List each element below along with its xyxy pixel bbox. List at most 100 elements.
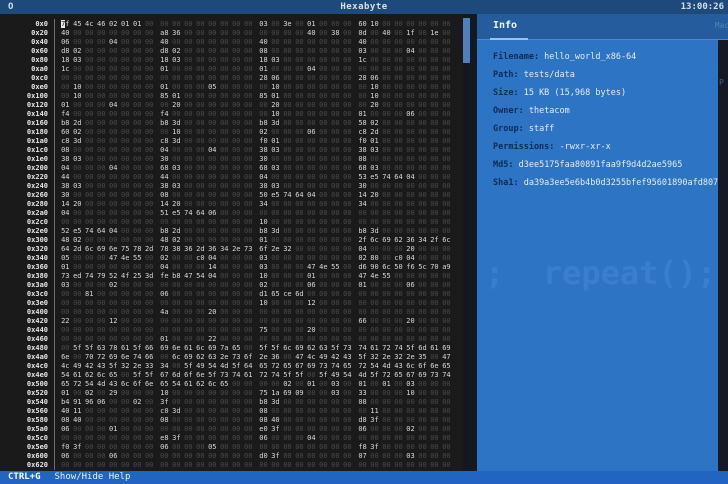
hex-byte[interactable]: 00 (73, 29, 82, 37)
hex-byte[interactable]: 00 (370, 182, 379, 190)
hex-byte[interactable]: 00 (109, 191, 118, 199)
hex-byte[interactable]: d6 (358, 263, 367, 271)
hex-byte[interactable]: 00 (109, 299, 118, 307)
hex-byte[interactable]: 00 (283, 398, 292, 406)
hex-byte[interactable]: 00 (196, 74, 205, 82)
hex-byte[interactable]: 00 (418, 299, 427, 307)
hex-byte[interactable]: 08 (160, 416, 169, 424)
hex-byte[interactable]: 00 (97, 326, 106, 334)
hex-byte[interactable]: 00 (244, 146, 253, 154)
hex-byte[interactable]: 62 (394, 236, 403, 244)
hex-byte[interactable]: 2d (73, 245, 82, 253)
hex-byte[interactable]: 12 (109, 317, 118, 325)
hex-byte[interactable]: 00 (442, 83, 451, 91)
hex-byte[interactable]: 10 (370, 20, 379, 28)
hex-byte[interactable]: 00 (319, 236, 328, 244)
hex-byte[interactable]: 06 (208, 209, 217, 217)
hex-byte[interactable]: 00 (394, 245, 403, 253)
hex-byte[interactable]: 00 (382, 227, 391, 235)
hex-byte[interactable]: 00 (331, 137, 340, 145)
hex-byte[interactable]: 00 (319, 191, 328, 199)
hex-byte[interactable]: 00 (121, 173, 130, 181)
hex-byte[interactable]: 3d (271, 119, 280, 127)
hex-byte[interactable]: 00 (442, 200, 451, 208)
hex-byte[interactable]: 00 (430, 281, 439, 289)
hex-byte[interactable]: 00 (295, 155, 304, 163)
hex-byte[interactable]: 00 (196, 227, 205, 235)
hex-byte[interactable]: 00 (73, 263, 82, 271)
hex-byte[interactable]: 00 (220, 200, 229, 208)
hex-row[interactable]: 0x58008400000000000000800000000000000084… (0, 416, 463, 425)
hex-row[interactable]: 0x36001000000000000000400000014000000030… (0, 262, 463, 271)
hex-byte[interactable]: 00 (97, 254, 106, 262)
hex-byte[interactable]: 30 (259, 155, 268, 163)
hex-row[interactable]: 0x24038030000000000003803000000000000380… (0, 181, 463, 190)
hex-byte[interactable]: 00 (271, 155, 280, 163)
hex-byte[interactable]: 5f (331, 344, 340, 352)
hex-byte[interactable]: 3f (73, 443, 82, 451)
hex-byte[interactable]: 00 (283, 83, 292, 91)
hex-byte[interactable]: 00 (184, 47, 193, 55)
hex-byte[interactable]: 10 (259, 218, 268, 226)
hex-byte[interactable]: 00 (394, 38, 403, 46)
hex-byte[interactable]: 00 (343, 164, 352, 172)
hex-byte[interactable]: 00 (394, 416, 403, 424)
hex-byte[interactable]: 00 (442, 443, 451, 451)
hex-byte[interactable]: 73 (220, 371, 229, 379)
hex-byte[interactable]: 00 (145, 218, 154, 226)
hex-byte[interactable]: 03 (172, 182, 181, 190)
hex-byte[interactable]: 6c (196, 344, 205, 352)
hex-byte[interactable]: 00 (430, 353, 439, 361)
hex-byte[interactable]: 73 (61, 272, 70, 280)
hex-byte[interactable]: 06 (370, 74, 379, 82)
hex-byte[interactable]: 6c (442, 236, 451, 244)
hex-byte[interactable]: 6c (382, 263, 391, 271)
hex-byte[interactable]: 00 (283, 182, 292, 190)
hex-byte[interactable]: 69 (442, 344, 451, 352)
hex-byte[interactable]: 00 (382, 335, 391, 343)
hex-byte[interactable]: 00 (184, 299, 193, 307)
hex-byte[interactable]: 00 (85, 299, 94, 307)
hex-byte[interactable]: 00 (295, 308, 304, 316)
hex-byte[interactable]: 00 (232, 227, 241, 235)
hex-byte[interactable]: 74 (283, 191, 292, 199)
hex-byte[interactable]: 00 (283, 452, 292, 460)
hex-byte[interactable]: 00 (97, 182, 106, 190)
hex-byte[interactable]: 00 (442, 101, 451, 109)
hex-byte[interactable]: 00 (133, 164, 142, 172)
hex-byte[interactable]: 00 (442, 245, 451, 253)
hex-byte[interactable]: 01 (61, 389, 70, 397)
hex-byte[interactable]: 00 (319, 407, 328, 415)
hex-byte[interactable]: 6c (370, 236, 379, 244)
hex-byte[interactable]: 00 (418, 407, 427, 415)
hex-byte[interactable]: 00 (406, 200, 415, 208)
hex-byte[interactable]: 00 (331, 227, 340, 235)
hex-byte[interactable]: 04 (208, 146, 217, 154)
hex-byte[interactable]: 69 (184, 353, 193, 361)
hex-byte[interactable]: 00 (370, 209, 379, 217)
hex-byte[interactable]: 00 (418, 92, 427, 100)
hex-row[interactable]: 0x1c008000000000000000400000004000000380… (0, 145, 463, 154)
hex-byte[interactable]: 78 (109, 344, 118, 352)
hex-byte[interactable]: 00 (430, 83, 439, 91)
hex-byte[interactable]: 00 (145, 299, 154, 307)
hex-byte[interactable]: 00 (208, 155, 217, 163)
hex-byte[interactable]: 65 (271, 290, 280, 298)
hex-byte[interactable]: 00 (121, 74, 130, 82)
hex-byte[interactable]: d1 (259, 290, 268, 298)
hex-byte[interactable]: 00 (196, 335, 205, 343)
hex-byte[interactable]: 00 (85, 182, 94, 190)
hex-byte[interactable]: 20 (406, 317, 415, 325)
hex-byte[interactable]: 20 (307, 326, 316, 334)
hex-byte[interactable]: 00 (418, 29, 427, 37)
hex-byte[interactable]: 03 (172, 56, 181, 64)
hex-byte[interactable]: 00 (184, 407, 193, 415)
hex-byte[interactable]: 00 (418, 155, 427, 163)
hex-byte[interactable]: 00 (430, 290, 439, 298)
hex-byte[interactable]: 00 (331, 209, 340, 217)
hex-byte[interactable]: 00 (184, 398, 193, 406)
hex-byte[interactable]: 00 (307, 236, 316, 244)
hex-byte[interactable]: 55 (133, 254, 142, 262)
hex-byte[interactable]: 00 (259, 443, 268, 451)
hex-byte[interactable]: 00 (184, 200, 193, 208)
